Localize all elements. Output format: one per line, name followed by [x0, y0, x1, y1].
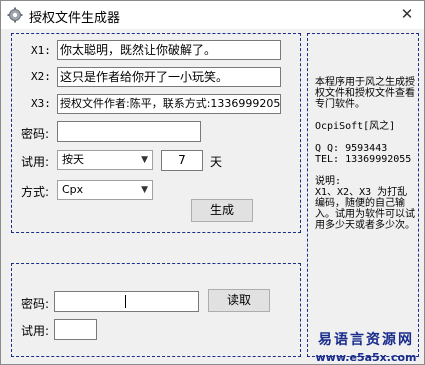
chevron-down-icon: ▼ [141, 185, 148, 195]
close-button[interactable]: ✕ [396, 4, 418, 24]
trial-days-input[interactable]: 7 [161, 150, 203, 171]
info-intro: 本程序用于风之生成授权文件和授权文件查看专门软件。 [315, 77, 415, 110]
read-button[interactable]: 读取 [208, 289, 270, 312]
trial-mode-select[interactable]: 按天 ▼ [57, 150, 153, 170]
reader-trial-label: 试用: [21, 324, 50, 338]
method-select[interactable]: Cpx ▼ [57, 180, 153, 200]
password-input[interactable] [57, 121, 201, 142]
method-value: Cpx [62, 183, 84, 196]
watermark-url: www.e5a5x.com [315, 351, 417, 364]
window-title: 授权文件生成器 [29, 11, 121, 26]
text-cursor [125, 295, 126, 308]
title-bar: 授权文件生成器 ✕ [1, 1, 424, 29]
info-note-body: X1、X2、X3 为打乱编码，随便的自己输入。试用为软件可以试用多少天或者多少次… [315, 187, 415, 231]
method-label: 方式: [21, 185, 50, 199]
trial-label: 试用: [21, 155, 50, 169]
trial-unit-label: 天 [210, 155, 223, 169]
client-area: X1: 你太聪明，既然让你破解了。 X2: 这只是作者给你开了一小玩笑。 X3:… [1, 29, 424, 364]
x3-input[interactable]: 授权文件作者:陈平，联系方式:13369992055 [57, 94, 281, 114]
watermark-text: 易语言资源网 [318, 332, 414, 348]
info-tel: TEL: 13369992055 [315, 154, 412, 165]
reader-password-input[interactable] [54, 291, 199, 312]
chevron-down-icon: ▼ [141, 155, 148, 165]
reader-password-label: 密码: [21, 297, 50, 311]
generate-button[interactable]: 生成 [191, 199, 253, 222]
watermark: 易语言资源网 www.e5a5x.com [311, 329, 421, 364]
info-text: 本程序用于风之生成授权文件和授权文件查看专门软件。 OcpiSoft[风之] Q… [315, 77, 415, 231]
x1-input[interactable]: 你太聪明，既然让你破解了。 [57, 40, 281, 60]
password-label: 密码: [21, 127, 50, 141]
info-qq: Q Q: 9593443 [315, 143, 388, 154]
info-brand: OcpiSoft[风之] [315, 121, 396, 132]
reader-trial-input[interactable] [54, 319, 97, 340]
x3-label: X3: [31, 97, 51, 110]
x1-label: X1: [31, 44, 51, 57]
trial-mode-value: 按天 [62, 153, 84, 166]
info-note-title: 说明: [315, 176, 342, 187]
gear-icon [7, 7, 23, 23]
x2-label: X2: [31, 70, 51, 83]
x2-input[interactable]: 这只是作者给你开了一小玩笑。 [57, 67, 281, 87]
app-window: 授权文件生成器 ✕ X1: 你太聪明，既然让你破解了。 X2: 这只是作者给你开… [0, 0, 425, 365]
